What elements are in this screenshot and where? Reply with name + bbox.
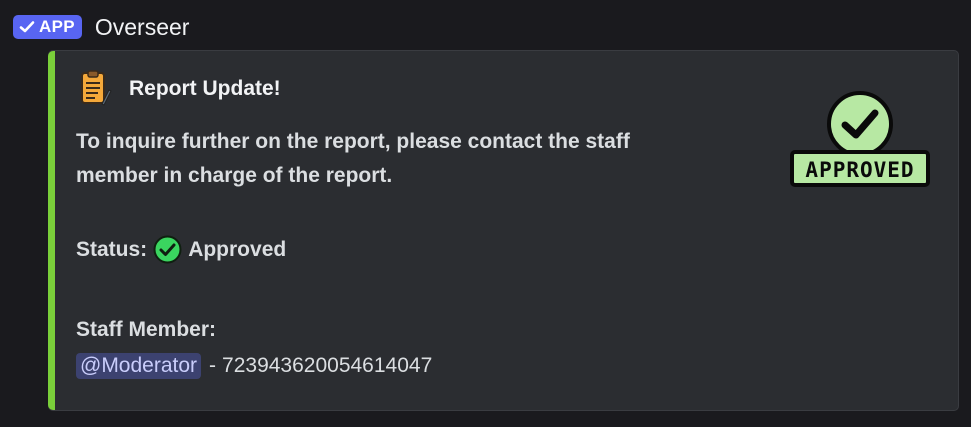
status-value: Approved <box>188 237 287 261</box>
staff-label: Staff Member: <box>76 318 217 341</box>
approved-check-icon <box>153 235 182 264</box>
staff-separator: - <box>209 354 217 377</box>
embed-title: Report Update! <box>129 77 281 100</box>
embed-title-row: Report Update! <box>78 70 281 108</box>
embed-accent-bar <box>48 51 55 410</box>
clipboard-notes-icon <box>81 70 112 106</box>
staff-id: 723943620054614047 <box>222 354 433 377</box>
app-badge: APP <box>13 15 82 39</box>
author-name[interactable]: Overseer <box>95 14 190 41</box>
stamp-text: APPROVED <box>805 158 914 182</box>
approved-stamp-icon: APPROVED <box>790 91 930 187</box>
app-badge-label: APP <box>39 17 75 36</box>
message-header: APP Overseer <box>13 14 189 40</box>
checkmark-icon <box>19 21 35 33</box>
staff-mention[interactable]: @Moderator <box>76 353 202 379</box>
status-label: Status: <box>76 237 148 261</box>
staff-row: @Moderator - 723943620054614047 <box>76 353 432 379</box>
embed-card: Report Update! To inquire further on the… <box>48 50 959 411</box>
status-row: Status: Approved <box>76 235 286 264</box>
embed-description: To inquire further on the report, please… <box>76 130 630 187</box>
